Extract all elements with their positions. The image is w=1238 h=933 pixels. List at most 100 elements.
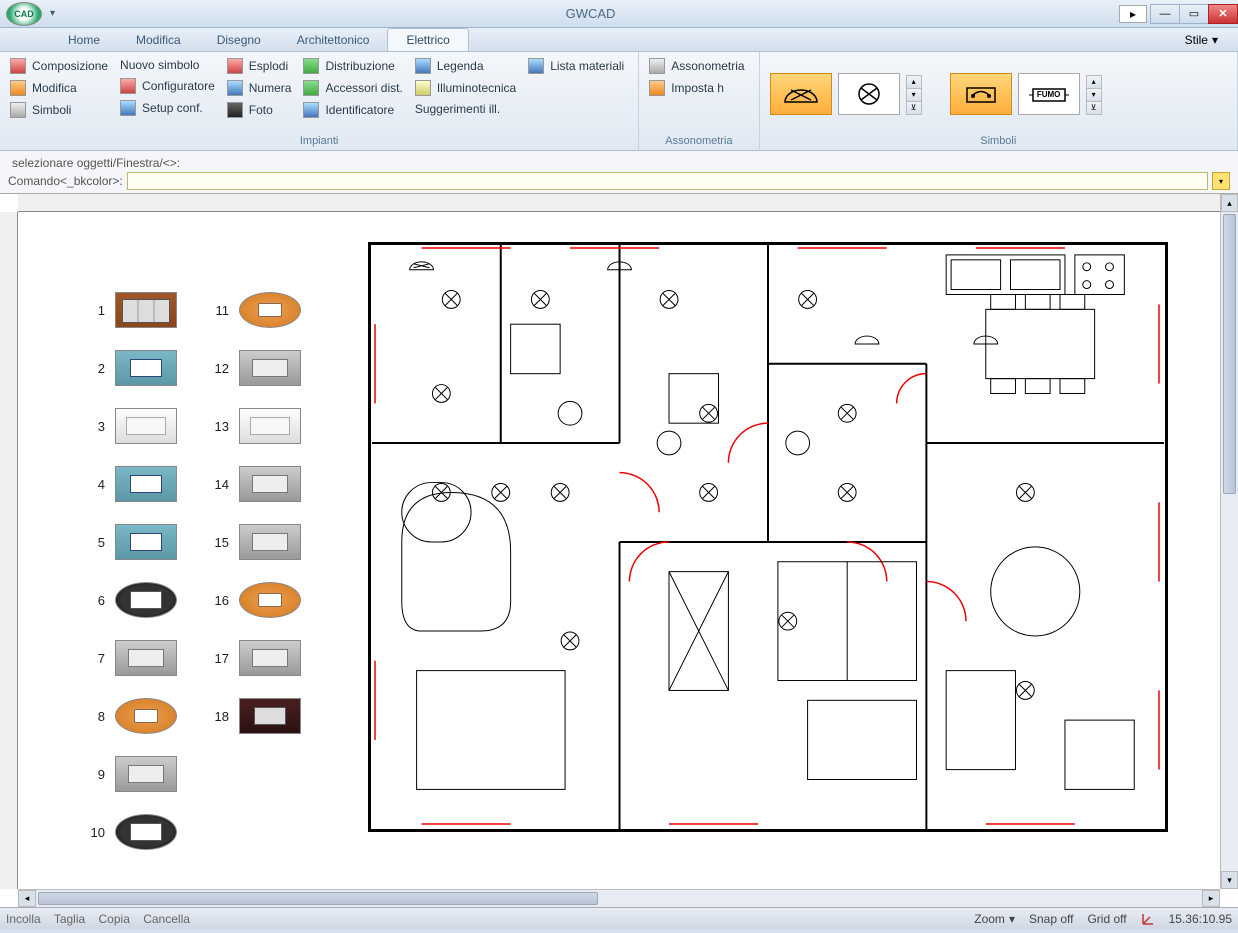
status-taglia[interactable]: Taglia [54, 912, 85, 926]
hscroll-thumb[interactable] [38, 892, 598, 905]
legend-item[interactable]: 3 [83, 408, 177, 444]
legend-item[interactable]: 6 [83, 582, 177, 618]
vscroll-thumb[interactable] [1223, 214, 1236, 494]
symbol-phone[interactable] [950, 73, 1012, 115]
cmd-imposta-h[interactable]: Imposta h [645, 78, 748, 98]
cmd-esplodi[interactable]: Esplodi [223, 56, 296, 76]
cmd-distribuzione[interactable]: Distribuzione [299, 56, 406, 76]
cmd-legenda[interactable]: Legenda [411, 56, 520, 76]
gallery-2-nav[interactable]: ▴ ▾ ⊻ [1086, 75, 1102, 114]
symbol-ceiling-light[interactable] [838, 73, 900, 115]
gallery-1-nav[interactable]: ▴ ▾ ⊻ [906, 75, 922, 114]
legend-item[interactable]: 8 [83, 698, 177, 734]
legend-item[interactable]: 2 [83, 350, 177, 386]
scroll-right-icon[interactable]: ▸ [1202, 890, 1220, 907]
cmd-accessori-dist[interactable]: Accessori dist. [299, 78, 406, 98]
up-arrow-icon[interactable]: ▴ [906, 75, 922, 89]
tab-home[interactable]: Home [50, 29, 118, 51]
illumino-icon [415, 80, 431, 96]
legend-item[interactable]: 14 [207, 466, 301, 502]
cmd-setup-conf[interactable]: Setup conf. [116, 98, 219, 118]
plate-swatch-4 [115, 466, 177, 502]
down-arrow-icon[interactable]: ▾ [1086, 88, 1102, 102]
fumo-label: FUMO [1037, 90, 1061, 99]
titlebar: CAD ▾ GWCAD ▸ — ▭ ✕ [0, 0, 1238, 28]
legend-item[interactable]: 15 [207, 524, 301, 560]
cmd-assonometria[interactable]: Assonometria [645, 56, 748, 76]
app-menu-button[interactable]: CAD [6, 2, 42, 26]
command-input[interactable] [127, 172, 1208, 190]
legend-item[interactable]: 1 [83, 292, 177, 328]
status-time: 15.36:10.95 [1169, 912, 1232, 926]
simboli-icon [10, 102, 26, 118]
command-dropdown[interactable]: ▾ [1212, 172, 1230, 190]
numera-icon [227, 80, 243, 96]
cmd-composizione[interactable]: Composizione [6, 56, 112, 76]
scroll-down-icon[interactable]: ▾ [1221, 871, 1238, 889]
cmd-numera[interactable]: Numera [223, 78, 296, 98]
scroll-up-icon[interactable]: ▴ [1221, 194, 1238, 212]
cmd-identificatore[interactable]: Identificatore [299, 100, 406, 120]
help-button[interactable]: ▸ [1119, 5, 1147, 23]
horizontal-scrollbar[interactable]: ◂ ▸ [18, 889, 1220, 907]
cmd-nuovo-simbolo[interactable]: Nuovo simbolo [116, 56, 219, 74]
status-copia[interactable]: Copia [99, 912, 130, 926]
tab-disegno[interactable]: Disegno [199, 29, 279, 51]
legend-item[interactable]: 5 [83, 524, 177, 560]
legend-number: 4 [83, 477, 105, 492]
status-snap[interactable]: Snap off [1029, 912, 1073, 926]
label: Configuratore [142, 79, 215, 93]
vertical-scrollbar[interactable]: ▴ ▾ [1220, 194, 1238, 889]
chevron-down-icon: ▾ [1009, 912, 1015, 926]
legend-item[interactable]: 7 [83, 640, 177, 676]
distribuzione-icon [303, 58, 319, 74]
cmd-configuratore[interactable]: Configuratore [116, 76, 219, 96]
expand-icon[interactable]: ⊻ [906, 101, 922, 115]
cmd-simboli[interactable]: Simboli [6, 100, 112, 120]
cmd-illuminotecnica[interactable]: Illuminotecnica [411, 78, 520, 98]
legend-item[interactable]: 4 [83, 466, 177, 502]
status-zoom[interactable]: Zoom ▾ [974, 912, 1015, 926]
expand-icon[interactable]: ⊻ [1086, 101, 1102, 115]
legend-item[interactable]: 9 [83, 756, 177, 792]
qat-dropdown-icon[interactable]: ▾ [50, 8, 62, 20]
cmd-suggerimenti-ill[interactable]: Suggerimenti ill. [411, 100, 520, 118]
status-cancella[interactable]: Cancella [143, 912, 190, 926]
up-arrow-icon[interactable]: ▴ [1086, 75, 1102, 89]
tab-elettrico[interactable]: Elettrico [387, 28, 468, 51]
down-arrow-icon[interactable]: ▾ [906, 88, 922, 102]
symbol-fumo[interactable]: FUMO [1018, 73, 1080, 115]
plate-swatch-13 [239, 408, 301, 444]
scroll-left-icon[interactable]: ◂ [18, 890, 36, 907]
status-incolla[interactable]: Incolla [6, 912, 41, 926]
accessori-icon [303, 80, 319, 96]
legenda-icon [415, 58, 431, 74]
stile-menu[interactable]: Stile▾ [1175, 29, 1228, 51]
ucs-icon[interactable] [1141, 912, 1155, 926]
cmd-foto[interactable]: Foto [223, 100, 296, 120]
group-label-assonometria: Assonometria [645, 132, 752, 150]
legend-item[interactable]: 12 [207, 350, 301, 386]
statusbar: Incolla Taglia Copia Cancella Zoom ▾ Sna… [0, 907, 1238, 929]
legend-number: 17 [207, 651, 229, 666]
symbol-wall-light[interactable] [770, 73, 832, 115]
maximize-button[interactable]: ▭ [1179, 4, 1209, 24]
legend-item[interactable]: 13 [207, 408, 301, 444]
tab-modifica[interactable]: Modifica [118, 29, 199, 51]
legend-item[interactable]: 11 [207, 292, 301, 328]
legend-item[interactable]: 18 [207, 698, 301, 734]
status-grid[interactable]: Grid off [1087, 912, 1126, 926]
plate-swatch-18 [239, 698, 301, 734]
floor-plan[interactable] [368, 242, 1168, 832]
drawing-canvas[interactable]: 1 2 3 4 5 6 7 8 9 10 11 12 13 14 15 16 1… [18, 212, 1220, 889]
legend-item[interactable]: 10 [83, 814, 177, 850]
cmd-modifica[interactable]: Modifica [6, 78, 112, 98]
legend-item[interactable]: 16 [207, 582, 301, 618]
close-button[interactable]: ✕ [1208, 4, 1238, 24]
legend-item[interactable]: 17 [207, 640, 301, 676]
label: Numera [249, 81, 292, 95]
minimize-button[interactable]: — [1150, 4, 1180, 24]
tab-architettonico[interactable]: Architettonico [279, 29, 388, 51]
legend-number: 1 [83, 303, 105, 318]
cmd-lista-materiali[interactable]: Lista materiali [524, 56, 628, 76]
